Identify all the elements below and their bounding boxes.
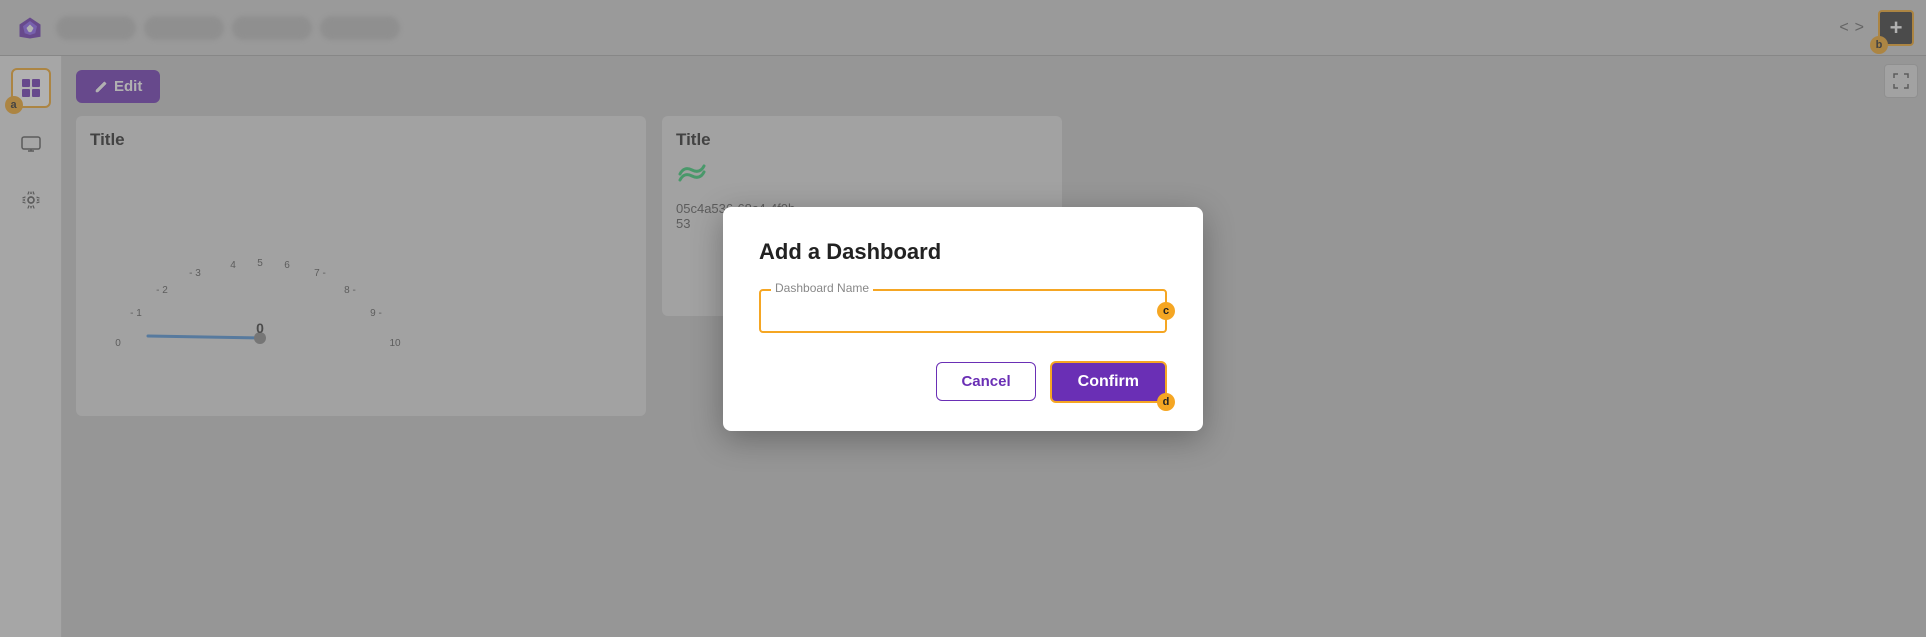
dialog-actions: Cancel Confirm d bbox=[759, 361, 1167, 403]
confirm-button[interactable]: Confirm d bbox=[1050, 361, 1167, 403]
dashboard-name-input[interactable] bbox=[775, 303, 1151, 320]
cancel-button[interactable]: Cancel bbox=[936, 362, 1035, 401]
modal-overlay: Add a Dashboard Dashboard Name c Cancel … bbox=[0, 0, 1926, 637]
dashboard-name-label: Dashboard Name bbox=[771, 281, 873, 295]
badge-d: d bbox=[1157, 393, 1175, 411]
add-dashboard-dialog: Add a Dashboard Dashboard Name c Cancel … bbox=[723, 207, 1203, 431]
dialog-title: Add a Dashboard bbox=[759, 239, 1167, 265]
badge-c: c bbox=[1157, 302, 1175, 320]
dialog-input-wrapper: Dashboard Name c bbox=[759, 289, 1167, 333]
